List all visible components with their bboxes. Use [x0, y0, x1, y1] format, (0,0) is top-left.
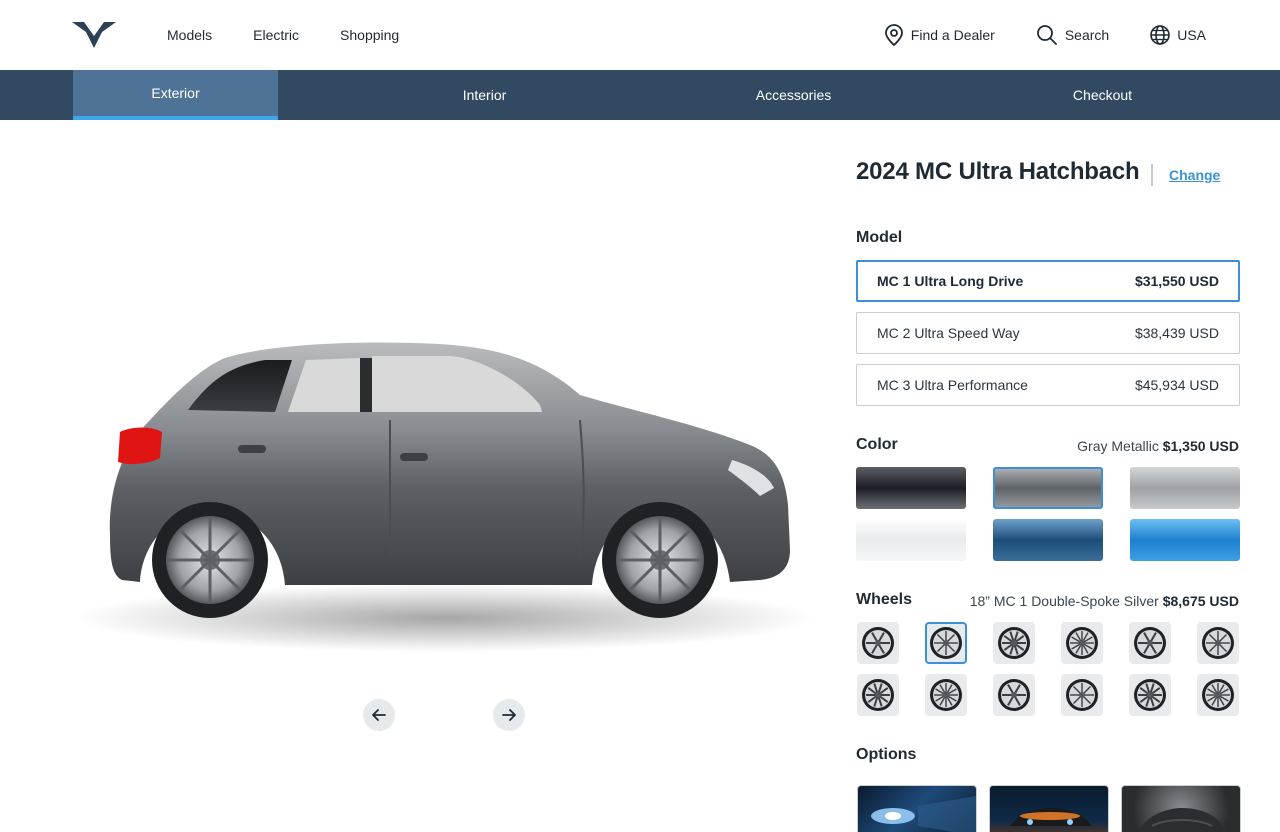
options-section-label: Options [856, 746, 917, 763]
color-swatch-black[interactable] [856, 467, 966, 509]
tab-checkout[interactable]: Checkout [1000, 70, 1205, 120]
wheel-icon [930, 627, 962, 659]
selected-wheel-name: 18” MC 1 Double-Spoke Silver [969, 593, 1159, 609]
brand-logo[interactable] [72, 18, 116, 50]
region-selector[interactable]: USA [1149, 24, 1206, 46]
top-header: Models Electric Shopping Find a Dealer S… [0, 0, 1280, 70]
model-option-name: MC 1 Ultra Long Drive [877, 273, 1024, 289]
color-section-label: Color [856, 436, 898, 453]
option-night-car-thumbnail[interactable] [989, 785, 1109, 832]
option-headlight-thumbnail[interactable] [857, 785, 977, 832]
search-label: Search [1064, 27, 1110, 43]
utility-nav: Find a Dealer Search USA [843, 0, 1206, 70]
color-swatch-silver[interactable] [1130, 467, 1240, 509]
main-nav: Models Electric Shopping [167, 0, 440, 70]
wheel-option[interactable] [993, 622, 1035, 664]
model-option-name: MC 2 Ultra Speed Way [877, 325, 1020, 341]
tab-interior[interactable]: Interior [382, 70, 587, 120]
model-option[interactable]: MC 3 Ultra Performance $45,934 USD [856, 364, 1240, 406]
model-section-label: Model [856, 229, 903, 246]
wheel-option[interactable] [925, 674, 967, 716]
wheel-icon [862, 627, 894, 659]
globe-icon [1150, 25, 1171, 45]
wheel-icon [1066, 679, 1098, 711]
change-vehicle-link[interactable]: Change [1169, 167, 1220, 183]
model-option-price: $38,439 USD [1134, 325, 1219, 341]
model-option[interactable]: MC 2 Ultra Speed Way $38,439 USD [856, 312, 1240, 354]
location-pin-icon [884, 24, 903, 47]
wheel-icon [1134, 679, 1166, 711]
title-divider [1151, 164, 1153, 186]
option-car-cover-thumbnail[interactable] [1121, 785, 1241, 832]
selected-wheel-price: $8,675 USD [1162, 593, 1239, 609]
next-view-button[interactable] [493, 699, 525, 731]
arrow-right-icon [502, 709, 516, 721]
color-swatch-white[interactable] [856, 519, 966, 561]
wheels-section-label: Wheels [856, 591, 913, 608]
color-swatch-gray-metallic[interactable] [993, 467, 1103, 509]
wheel-option[interactable] [993, 674, 1035, 716]
model-option-price: $31,550 USD [1134, 273, 1219, 289]
car-image [75, 342, 815, 652]
nav-models-link[interactable]: Models [167, 27, 212, 43]
wheel-icon [1066, 627, 1098, 659]
headlight-image [871, 796, 976, 832]
find-dealer-label: Find a Dealer [910, 27, 995, 43]
wheel-icon [1134, 627, 1166, 659]
selected-color-summary: Gray Metallic $1,350 USD [1077, 438, 1239, 454]
wheel-option[interactable] [857, 622, 899, 664]
wheel-icon [998, 627, 1030, 659]
selected-wheel-summary: 18” MC 1 Double-Spoke Silver $8,675 USD [970, 593, 1239, 609]
tab-accessories[interactable]: Accessories [691, 70, 896, 120]
wheel-icon [998, 679, 1030, 711]
selected-color-price: $1,350 USD [1162, 438, 1239, 454]
model-option[interactable]: MC 1 Ultra Long Drive $31,550 USD [856, 260, 1240, 302]
wheel-option[interactable] [1061, 622, 1103, 664]
find-dealer-button[interactable]: Find a Dealer [883, 23, 995, 47]
tab-exterior[interactable]: Exterior [73, 70, 278, 120]
wheel-option[interactable] [1129, 622, 1171, 664]
wheel-icon [862, 679, 894, 711]
color-swatch-sky-blue[interactable] [1130, 519, 1240, 561]
nav-electric-link[interactable]: Electric [253, 27, 299, 43]
model-option-price: $45,934 USD [1134, 377, 1219, 393]
search-icon [1036, 25, 1057, 45]
color-swatch-ocean-blue[interactable] [993, 519, 1103, 561]
wheel-option[interactable] [1197, 674, 1239, 716]
configurator-tabs: Exterior Interior Accessories Checkout [0, 70, 1280, 120]
selected-color-name: Gray Metallic [1077, 438, 1159, 454]
wheel-option[interactable] [1061, 674, 1103, 716]
night-car-image [1010, 808, 1092, 826]
wheel-option[interactable] [1129, 674, 1171, 716]
wheel-option[interactable] [1197, 622, 1239, 664]
wheel-option[interactable] [925, 622, 967, 664]
vehicle-preview [60, 300, 830, 660]
vehicle-title: 2024 MC Ultra Hatchbach [856, 158, 1140, 185]
nav-shopping-link[interactable]: Shopping [340, 27, 399, 43]
wheel-icon [1202, 679, 1234, 711]
search-button[interactable]: Search [1035, 23, 1109, 47]
model-option-name: MC 3 Ultra Performance [877, 377, 1028, 393]
wheel-icon [1202, 627, 1234, 659]
wheel-option[interactable] [857, 674, 899, 716]
wheel-icon [930, 679, 962, 711]
arrow-left-icon [372, 709, 386, 721]
region-label: USA [1177, 27, 1206, 43]
car-cover-image [1138, 808, 1226, 832]
previous-view-button[interactable] [363, 699, 395, 731]
